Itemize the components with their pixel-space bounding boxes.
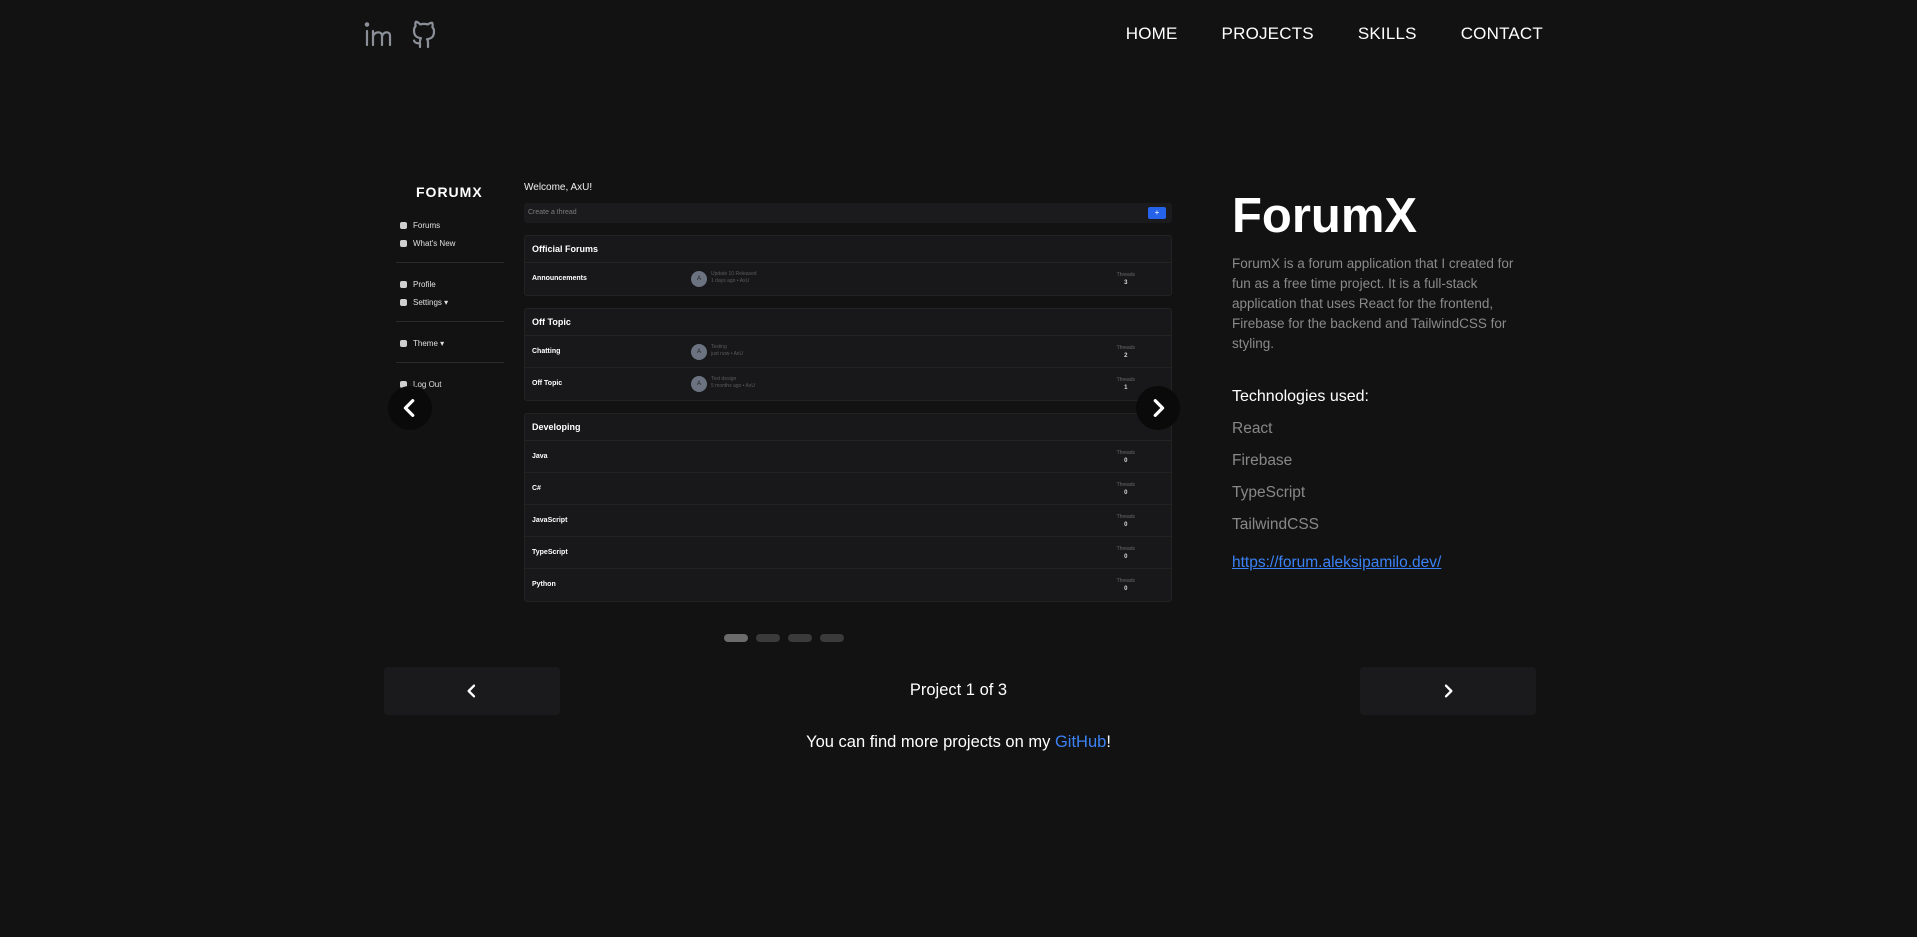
forumx-row: Chatting A Testing just now • AxU Threads… <box>525 336 1171 368</box>
divider <box>396 321 504 322</box>
forumx-row: Python Threads 0 <box>532 578 1135 592</box>
carousel-next-button[interactable] <box>1136 386 1180 430</box>
project-counter: Project 1 of 3 <box>909 681 1008 699</box>
forumx-row: TypeScript Threads 0 <box>525 537 1171 569</box>
forumx-section: Off Topic Chatting A Testing just now • A… <box>524 308 1172 401</box>
forumx-row: Off Topic A Test design 5 months ago • Ax… <box>532 376 1135 392</box>
forumx-sidebar-item: Profile <box>396 275 504 293</box>
carousel-dot[interactable] <box>756 634 780 642</box>
github-projects-link[interactable]: GitHub <box>1055 733 1106 751</box>
forumx-sidebar-item: Settings ▾ <box>396 293 504 311</box>
forumx-row: Java Threads 0 <box>525 441 1171 473</box>
user-icon <box>400 280 407 288</box>
avatar: A <box>691 376 707 392</box>
forumx-row: JavaScript Threads 0 <box>525 505 1171 537</box>
more-projects-text: You can find more projects on my GitHub! <box>806 733 1111 751</box>
carousel-dot[interactable] <box>788 634 812 642</box>
forumx-sidebar-item: Theme ▾ <box>396 334 504 352</box>
forumx-row: C# Threads 0 <box>525 473 1171 505</box>
plus-icon: + <box>1148 207 1166 219</box>
technology-item: TypeScript <box>1232 484 1306 501</box>
carousel-indicators <box>724 634 844 642</box>
github-link[interactable] <box>408 18 440 50</box>
technology-item: Firebase <box>1232 452 1293 469</box>
nav-home[interactable]: HOME <box>1126 24 1178 44</box>
carousel-dot[interactable] <box>820 634 844 642</box>
technology-item: React <box>1232 420 1273 437</box>
forumx-main: Welcome, AxU! Create a thread + Official… <box>524 182 1172 614</box>
project-site-link[interactable]: https://forum.aleksipamilo.dev/ <box>1232 554 1532 572</box>
forumx-logo: FORUMX <box>416 184 483 200</box>
nav-contact[interactable]: CONTACT <box>1461 24 1543 44</box>
moon-icon <box>400 339 407 347</box>
forums-icon <box>400 221 407 229</box>
megaphone-icon <box>400 239 407 247</box>
project-screenshot: FORUMX Forums What's New Profile Setting… <box>384 174 1180 614</box>
technology-item: TailwindCSS <box>1232 516 1320 533</box>
project-description: ForumX is a forum application that I cre… <box>1232 256 1514 351</box>
chevron-left-icon <box>403 399 415 417</box>
github-icon <box>412 20 436 49</box>
forumx-create-thread: Create a thread + <box>524 203 1172 223</box>
gear-icon <box>400 298 407 306</box>
forumx-welcome: Welcome, AxU! <box>524 182 593 193</box>
technologies-heading: Technologies used: <box>1232 388 1369 405</box>
linkedin-link[interactable] <box>362 18 394 50</box>
social-links <box>362 18 440 50</box>
avatar: A <box>691 271 707 287</box>
divider <box>396 362 504 363</box>
linkedin-icon <box>364 22 392 47</box>
carousel-dot[interactable] <box>724 634 748 642</box>
avatar: A <box>691 344 707 360</box>
nav-skills[interactable]: SKILLS <box>1358 24 1417 44</box>
carousel-prev-button[interactable] <box>388 386 432 430</box>
forumx-sidebar: Forums What's New Profile Settings ▾ The… <box>396 216 504 393</box>
divider <box>396 262 504 263</box>
nav-projects[interactable]: PROJECTS <box>1222 24 1314 44</box>
next-project-button[interactable] <box>1360 667 1536 715</box>
forumx-section: Official Forums Announcements A Update 1… <box>524 235 1172 296</box>
project-carousel: FORUMX Forums What's New Profile Setting… <box>384 174 1180 614</box>
chevron-right-icon <box>1444 684 1453 698</box>
main-nav: HOME PROJECTS SKILLS CONTACT <box>1126 24 1543 44</box>
project-title: ForumX <box>1232 189 1418 243</box>
project-info: ForumX ForumX is a forum application tha… <box>1232 186 1532 572</box>
chevron-right-icon <box>1153 399 1165 417</box>
forumx-row: Announcements A Update 10 Released 1 days… <box>532 271 1135 287</box>
forumx-sidebar-item: Forums <box>396 216 504 234</box>
forumx-section: Developing Java Threads 0 C# Threads 0 Jav… <box>524 413 1172 602</box>
forumx-sidebar-item: What's New <box>396 234 504 252</box>
technologies-list: React Firebase TypeScript TailwindCSS <box>1232 420 1532 548</box>
